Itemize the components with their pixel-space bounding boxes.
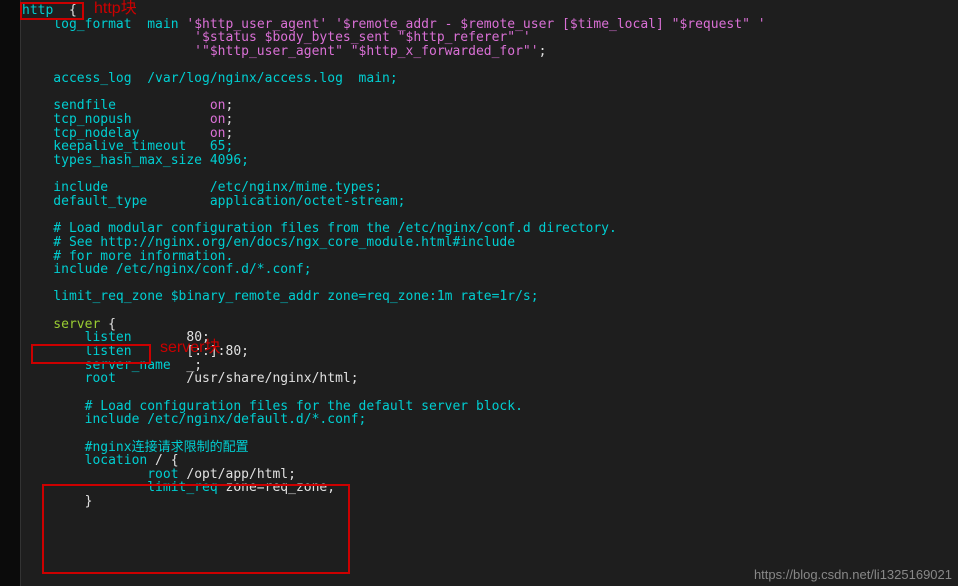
watermark: https://blog.csdn.net/li1325169021 [754,568,952,582]
code-block: http { log_format main '$http_user_agent… [22,4,766,509]
line-gutter [0,0,21,586]
server-block-label: server块 [160,340,220,357]
http-block-label: http块 [94,1,137,18]
